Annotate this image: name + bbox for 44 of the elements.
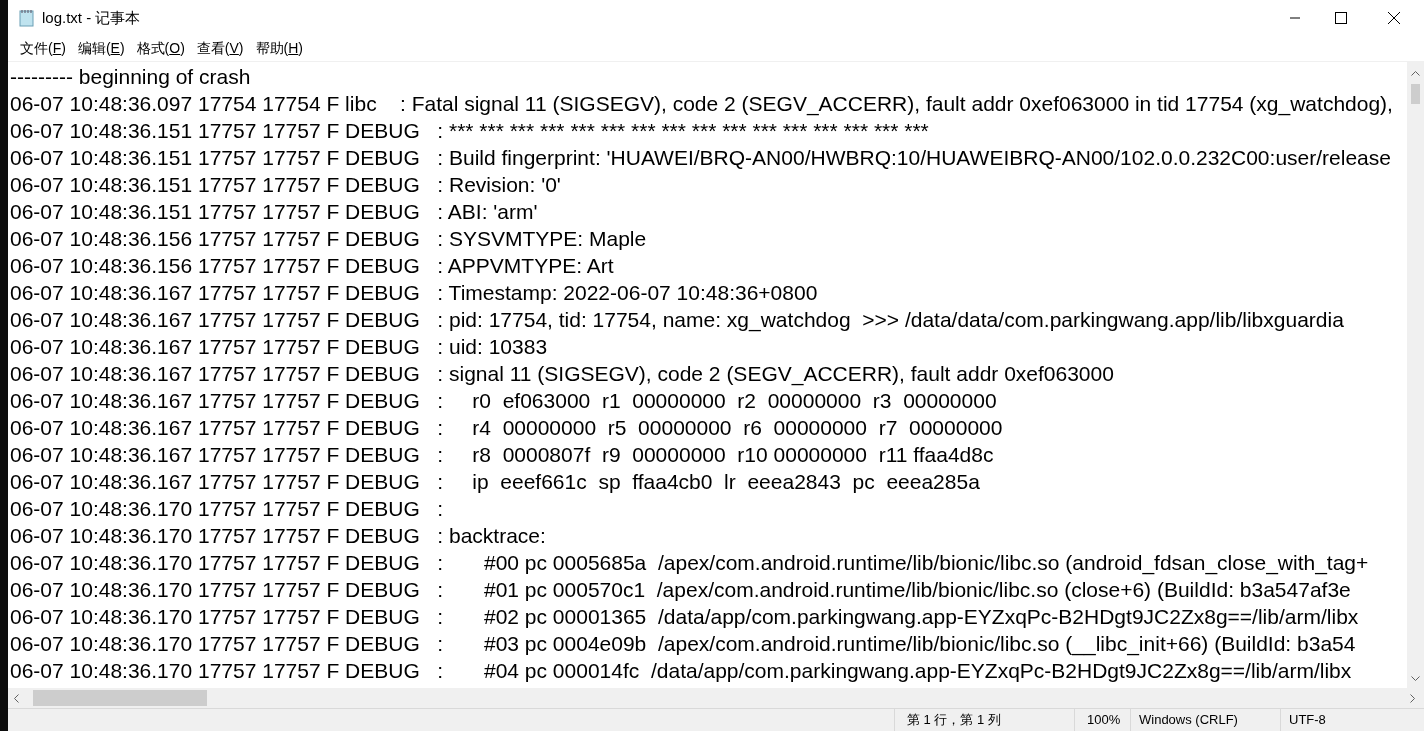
cursor-position: 第 1 行，第 1 列 [907, 711, 1001, 730]
log-line: 06-07 10:48:36.167 17757 17757 F DEBUG : uid: 10383 [10, 334, 548, 360]
menu-item[interactable]: 查看(V) [190, 38, 250, 59]
log-line: 06-07 10:48:36.170 17757 17757 F DEBUG : #02 pc 00001365 /data/app/com.parkingwang.app-EYZxqPc-B2HDgt9JC2Zx8g==/lib/arm/libx [10, 604, 1359, 630]
scroll-right-icon[interactable] [1410, 693, 1416, 703]
menu-item[interactable]: 帮助(H) [249, 38, 309, 59]
log-line: 06-07 10:48:36.097 17754 17754 F libc : Fatal signal 11 (SIGSEGV), code 2 (SEGV_ACCERR), fault addr 0xef063000 in tid 17754 (xg_watchdog), [10, 91, 1393, 117]
maximize-icon [1335, 12, 1347, 24]
log-line: 06-07 10:48:36.167 17757 17757 F DEBUG : pid: 17754, tid: 17754, name: xg_watchdog >>> /data/data/com.parkingwang.app/lib/libxguardia [10, 307, 1344, 333]
log-line: 06-07 10:48:36.170 17757 17757 F DEBUG : backtrace: [10, 523, 546, 549]
log-line: 06-07 10:48:36.167 17757 17757 F DEBUG : signal 11 (SIGSEGV), code 2 (SEGV_ACCERR), fault addr 0xef063000 [10, 361, 1114, 387]
log-line: 06-07 10:48:36.170 17757 17757 F DEBUG : #01 pc 000570c1 /apex/com.android.runtime/lib/bionic/libc.so (close+6) (BuildId: b3a547af3e [10, 577, 1351, 603]
log-line: 06-07 10:48:36.151 17757 17757 F DEBUG : Build fingerprint: 'HUAWEI/BRQ-AN00/HWBRQ:10/HUAWEIBRQ-AN00/102.0.0.232C00:user/release [10, 145, 1391, 171]
log-line: 06-07 10:48:36.156 17757 17757 F DEBUG : APPVMTYPE: Art [10, 253, 614, 279]
scroll-down-icon[interactable] [1411, 676, 1420, 682]
notepad-icon [18, 9, 36, 27]
menu-item[interactable]: 文件(F) [14, 38, 72, 59]
menu-item[interactable]: 编辑(E) [71, 38, 131, 59]
log-line: 06-07 10:48:36.170 17757 17757 F DEBUG : [10, 496, 444, 522]
log-line: 06-07 10:48:36.170 17757 17757 F DEBUG : #03 pc 0004e09b /apex/com.android.runtime/lib/bionic/libc.so (__libc_init+66) (BuildId: b3a54 [10, 631, 1356, 657]
log-line: 06-07 10:48:36.167 17757 17757 F DEBUG : Timestamp: 2022-06-07 10:48:36+0800 [10, 280, 818, 306]
log-line: 06-07 10:48:36.151 17757 17757 F DEBUG : *** *** *** *** *** *** *** *** *** *** *** *** *** *** *** *** [10, 118, 929, 144]
log-line: 06-07 10:48:36.151 17757 17757 F DEBUG : ABI: 'arm' [10, 199, 538, 225]
menu-item[interactable]: 格式(O) [130, 38, 191, 59]
encoding: UTF-8 [1289, 711, 1326, 730]
scroll-thumb[interactable] [33, 690, 207, 706]
log-line: 06-07 10:48:36.170 17757 17757 F DEBUG : #04 pc 000014fc /data/app/com.parkingwang.app-EYZxqPc-B2HDgt9JC2Zx8g==/lib/arm/libx [10, 658, 1352, 684]
zoom-level: 100% [1087, 711, 1121, 730]
log-line: 06-07 10:48:36.167 17757 17757 F DEBUG : r0 ef063000 r1 00000000 r2 00000000 r3 00000000 [10, 388, 997, 414]
scroll-up-icon[interactable] [1411, 70, 1420, 76]
log-line: 06-07 10:48:36.156 17757 17757 F DEBUG : SYSVMTYPE: Maple [10, 226, 647, 252]
log-line: 06-07 10:48:36.167 17757 17757 F DEBUG : r8 0000807f r9 00000000 r10 00000000 r11 ffaa4d8c [10, 442, 994, 468]
window-title: log.txt - 记事本 [42, 7, 141, 28]
log-line: --------- beginning of crash [10, 64, 251, 90]
horizontal-scrollbar[interactable] [8, 688, 1424, 708]
log-line: 06-07 10:48:36.170 17757 17757 F DEBUG : #00 pc 0005685a /apex/com.android.runtime/lib/bionic/libc.so (android_fdsan_close_with_tag+ [10, 550, 1369, 576]
line-ending: Windows (CRLF) [1139, 711, 1238, 730]
vertical-scrollbar[interactable] [1407, 62, 1424, 688]
close-icon [1388, 12, 1400, 24]
scroll-left-icon[interactable] [13, 693, 19, 703]
log-line: 06-07 10:48:36.151 17757 17757 F DEBUG : Revision: '0' [10, 172, 561, 198]
log-line: 06-07 10:48:36.167 17757 17757 F DEBUG : ip eeef661c sp ffaa4cb0 lr eeea2843 pc eeea285a [10, 469, 980, 495]
scroll-thumb[interactable] [1411, 84, 1420, 104]
log-line: 06-07 10:48:36.167 17757 17757 F DEBUG : r4 00000000 r5 00000000 r6 00000000 r7 00000000 [10, 415, 1003, 441]
